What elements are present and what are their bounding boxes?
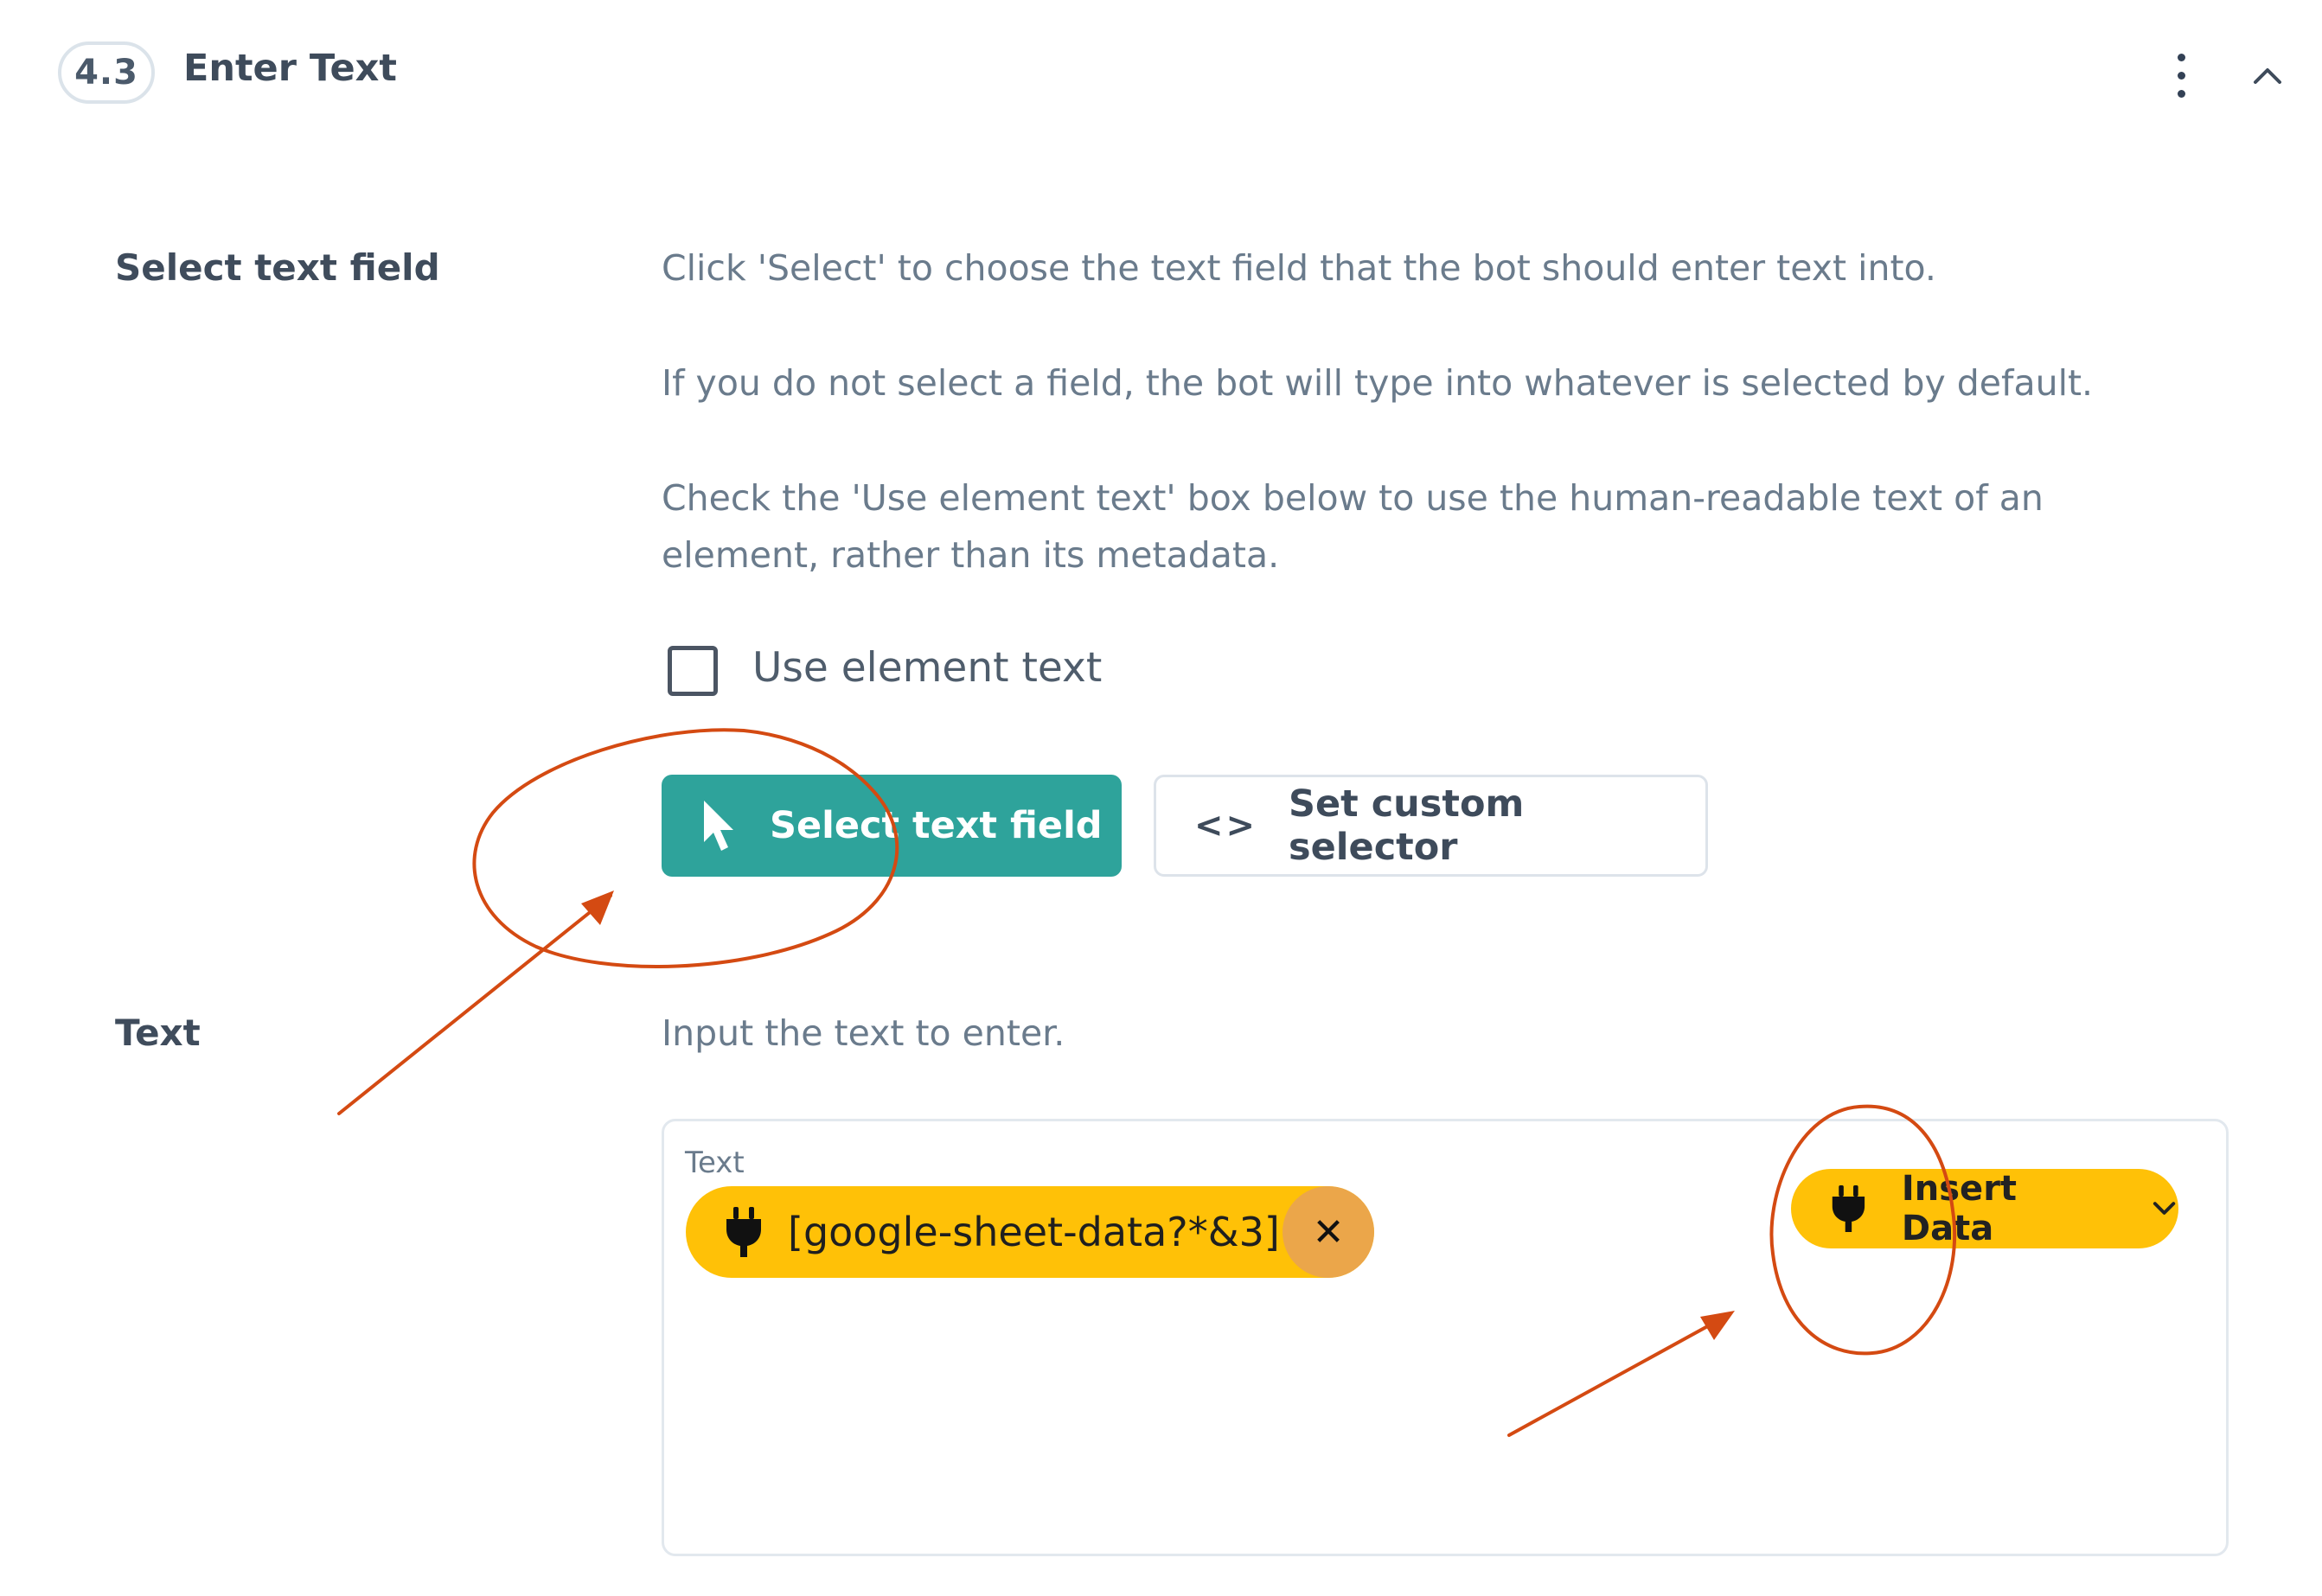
- chip-text: [google-sheet-data?*&3]: [788, 1209, 1280, 1255]
- chevron-up-icon[interactable]: [2248, 59, 2287, 90]
- select-text-field-button[interactable]: Select text field: [662, 775, 1122, 877]
- set-custom-selector-button-label: Set custom selector: [1289, 782, 1525, 869]
- annotation-arrowhead-select: [581, 891, 614, 925]
- code-icon: <>: [1194, 806, 1258, 846]
- text-label: Text: [115, 1012, 201, 1054]
- plug-icon: [726, 1207, 761, 1257]
- chevron-down-icon: [2152, 1202, 2176, 1215]
- select-text-field-label: Select text field: [115, 246, 440, 289]
- select-help-3-line2: element, rather than its metadata.: [662, 534, 1280, 576]
- cursor-pointer-icon: [704, 801, 733, 851]
- close-icon: ✕: [1312, 1210, 1345, 1254]
- insert-data-button[interactable]: Insert Data: [1791, 1169, 2178, 1248]
- select-help-1: Click 'Select' to choose the text field …: [662, 247, 1936, 289]
- chip-remove-button[interactable]: ✕: [1283, 1186, 1374, 1278]
- use-element-text-checkbox[interactable]: [668, 646, 718, 696]
- step-title: Enter Text: [183, 47, 397, 90]
- step-number-badge: 4.3: [58, 41, 155, 104]
- data-variable-chip[interactable]: [google-sheet-data?*&3] ✕: [686, 1186, 1374, 1278]
- use-element-text-label[interactable]: Use element text: [752, 644, 1102, 692]
- insert-data-label: Insert Data: [1901, 1169, 2018, 1248]
- text-field-label: Text: [685, 1146, 745, 1180]
- select-help-3-line1: Check the 'Use element text' box below t…: [662, 477, 2044, 519]
- plug-icon: [1832, 1184, 1865, 1233]
- kebab-menu-icon[interactable]: [2174, 54, 2188, 99]
- text-help: Input the text to enter.: [662, 1012, 1065, 1054]
- select-help-2: If you do not select a field, the bot wi…: [662, 362, 2094, 404]
- annotation-arrow-select-button: [337, 894, 612, 1115]
- set-custom-selector-button[interactable]: <> Set custom selector: [1154, 775, 1708, 877]
- select-text-field-button-label: Select text field: [770, 804, 1103, 847]
